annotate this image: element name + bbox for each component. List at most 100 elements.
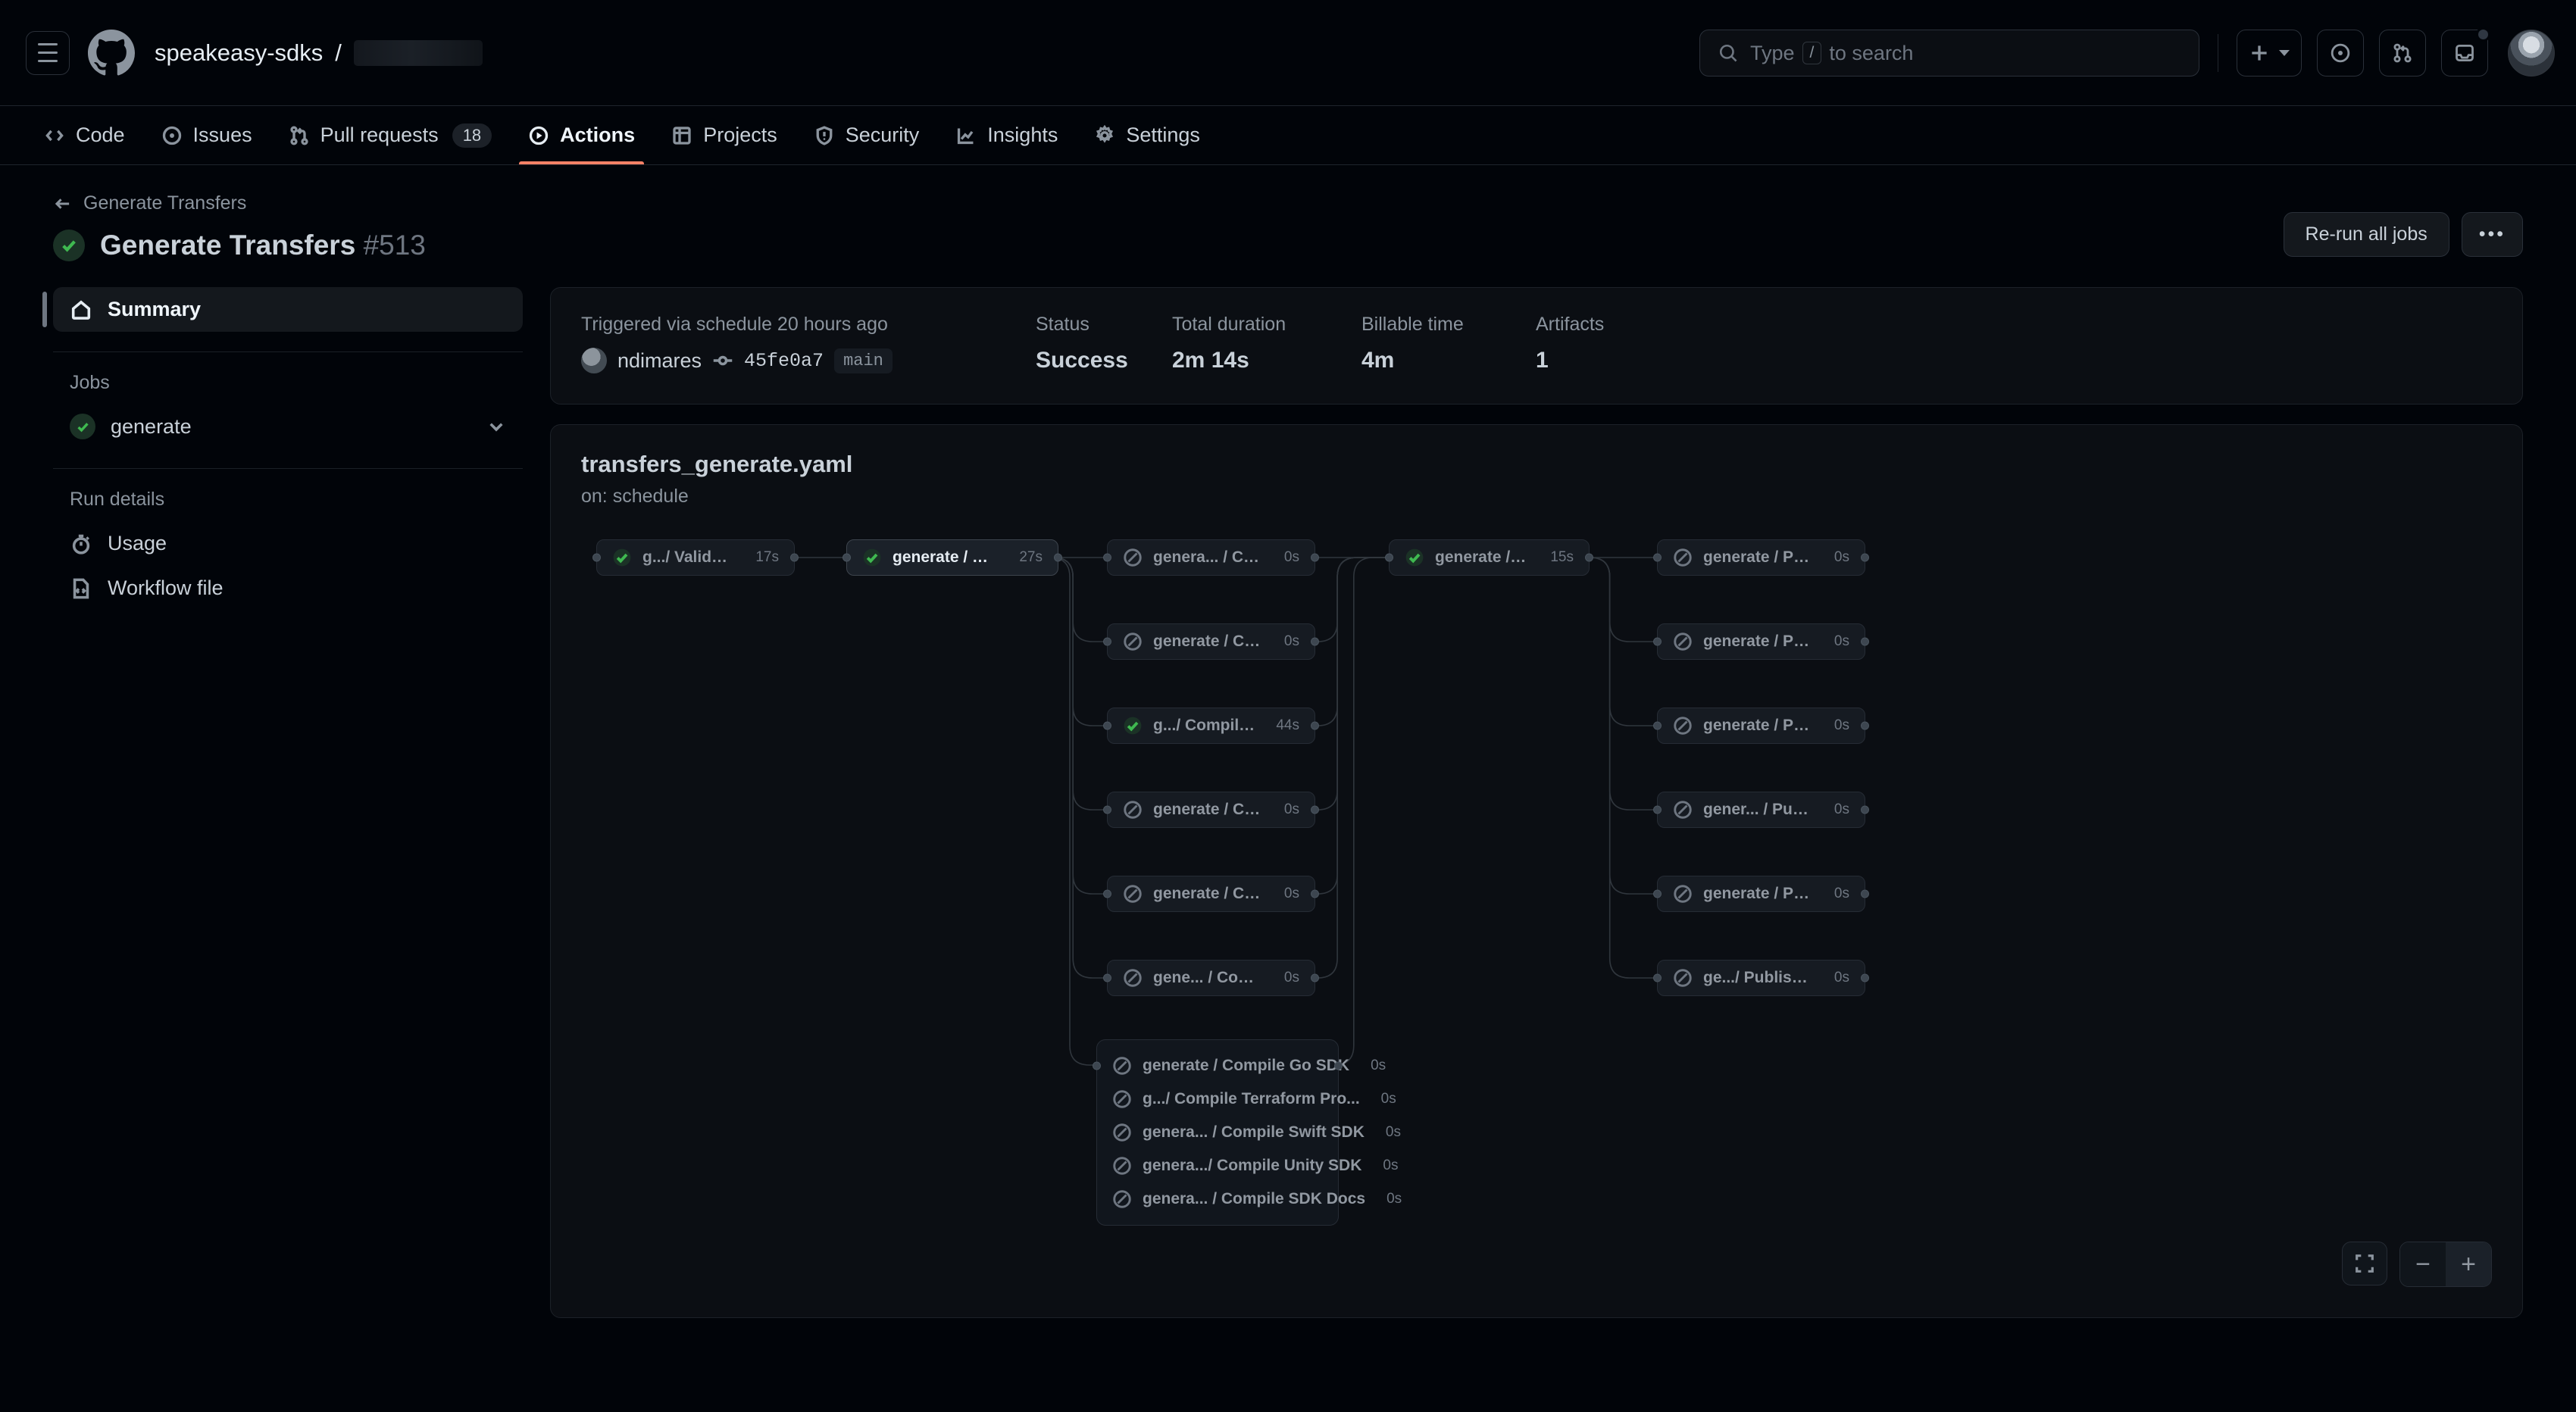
graph-controls: − +: [2342, 1242, 2492, 1287]
chevron-down-icon: [2279, 50, 2290, 56]
nav-item-label: Issues: [192, 123, 252, 146]
node-output-port: [1311, 553, 1319, 562]
node-label: genera... / Compile Ruby SDK: [1153, 548, 1263, 566]
node-duration: 0s: [1371, 1057, 1386, 1073]
overflow-menu-button[interactable]: •••: [2461, 212, 2523, 257]
issues-button[interactable]: [2317, 30, 2364, 77]
notifications-button[interactable]: [2441, 27, 2490, 77]
node-input-port: [843, 553, 851, 562]
graph-node[interactable]: genera... / Compile Swift SDK 0s: [1097, 1116, 1401, 1149]
repo-nav: Code Issues Pull requests 18 Actions Projects…: [0, 106, 2576, 165]
graph-node[interactable]: generate / Compile PHP SDK 0s: [1103, 876, 1319, 912]
nav-item-actions[interactable]: Actions: [510, 106, 653, 164]
nav-item-settings[interactable]: Settings: [1076, 106, 1218, 164]
actor-avatar[interactable]: [581, 348, 607, 373]
sidebar-item-summary[interactable]: Summary: [42, 287, 523, 332]
node-duration: 17s: [755, 549, 779, 565]
graph-node[interactable]: g.../ Compile Typescript S... 44s: [1103, 708, 1319, 744]
trigger-details: ndimares 45fe0a7 main: [581, 348, 1036, 373]
graph-node[interactable]: gener... / Publish Python SDK 0s: [1653, 792, 1869, 828]
artifacts-value: 1: [1536, 348, 1549, 373]
shield-icon: [816, 125, 833, 145]
notification-indicator: [2476, 27, 2490, 42]
job-label: generate: [111, 414, 192, 438]
nav-item-insights[interactable]: Insights: [937, 106, 1076, 164]
graph-node-group[interactable]: generate / Compile Go SDK 0s g.../ Compile…: [1093, 1039, 1402, 1226]
graph-node[interactable]: genera... / Compile SDK Docs 0s: [1097, 1182, 1402, 1216]
rerun-all-jobs-button[interactable]: Re-run all jobs: [2283, 212, 2449, 257]
graph-node[interactable]: gene... / Compile Python SDK 0s: [1103, 960, 1319, 996]
nav-item-pull-requests[interactable]: Pull requests 18: [270, 106, 511, 164]
inbox-icon: [2456, 44, 2474, 62]
graph-node[interactable]: genera.../ Compile Unity SDK 0s: [1097, 1149, 1398, 1182]
node-label: generate / Publish Java SDK: [1703, 633, 1813, 650]
node-output-port: [1861, 889, 1869, 898]
nav-item-issues[interactable]: Issues: [143, 106, 270, 164]
hamburger-icon[interactable]: [26, 30, 70, 75]
graph-node[interactable]: generate / Compile Go SDK 0s: [1097, 1049, 1386, 1082]
repo-separator: /: [335, 39, 342, 66]
search-input[interactable]: Type / to search: [1699, 30, 2199, 77]
pull-requests-button[interactable]: [2379, 30, 2426, 77]
search-icon: [1719, 44, 1737, 62]
graph-node[interactable]: generate / Publish Java SDK 0s: [1653, 623, 1869, 660]
zoom-in-button[interactable]: +: [2446, 1242, 2491, 1286]
graph-node[interactable]: generate / Compile Java SDK 0s: [1103, 623, 1319, 660]
sidebar-item-workflow-file[interactable]: Workflow file: [53, 566, 523, 611]
commit-sha[interactable]: 45fe0a7: [744, 350, 824, 372]
sidebar-item-job-generate[interactable]: generate: [53, 405, 523, 448]
node-input-port: [1103, 553, 1111, 562]
graph-node[interactable]: generate / Publish C# SDK 0s: [1653, 539, 1869, 576]
node-input-port: [1103, 721, 1111, 730]
node-duration: 44s: [1276, 717, 1299, 733]
sidebar-item-usage[interactable]: Usage: [53, 521, 523, 566]
github-logo-icon[interactable]: [88, 29, 135, 77]
graph-node[interactable]: generate / Publish PHP SDK 0s: [1653, 708, 1869, 744]
node-input-port: [1103, 805, 1111, 814]
nav-item-code[interactable]: Code: [26, 106, 143, 164]
nav-item-projects[interactable]: Projects: [653, 106, 796, 164]
graph-node[interactable]: ge.../ Publish Typescript SDK 0s: [1653, 960, 1869, 996]
global-header: speakeasy-sdks / Type / to search: [0, 0, 2576, 106]
node-input-port: [1653, 889, 1662, 898]
node-duration: 15s: [1550, 549, 1574, 565]
repo-owner[interactable]: speakeasy-sdks: [155, 39, 323, 67]
skipped-icon: [1124, 633, 1142, 651]
plus-icon: [2252, 45, 2267, 61]
back-to-workflow-link[interactable]: Generate Transfers: [53, 192, 2523, 214]
graph-node[interactable]: generate / Compile C# SDK 0s: [1103, 792, 1319, 828]
avatar[interactable]: [2508, 30, 2555, 77]
actor-name[interactable]: ndimares: [617, 349, 702, 373]
branch-badge[interactable]: main: [834, 348, 893, 373]
node-input-port: [1103, 889, 1111, 898]
node-input-port: [1385, 553, 1393, 562]
skipped-icon: [1674, 548, 1692, 567]
node-duration: 0s: [1834, 886, 1849, 901]
create-new-button[interactable]: [2237, 30, 2302, 77]
node-label: ge.../ Publish Typescript SDK: [1703, 969, 1813, 986]
workflow-trigger: on: schedule: [581, 486, 689, 507]
skipped-icon: [1113, 1057, 1131, 1075]
graph-node[interactable]: generate / Publish Ruby SDK 0s: [1653, 876, 1869, 912]
nav-item-label: Actions: [560, 123, 636, 146]
node-duration: 0s: [1383, 1157, 1399, 1173]
node-label: g.../ Compile Typescript S...: [1153, 717, 1255, 734]
arrow-left-icon: [55, 198, 70, 209]
trigger-label: Triggered via schedule 20 hours ago: [581, 314, 888, 335]
graph-node[interactable]: generate / Generate SDK 27s: [843, 539, 1062, 576]
graph-node[interactable]: g.../ Validate OpenAPI Doc... 17s: [592, 539, 799, 576]
meta-artifacts: Artifacts 1: [1536, 314, 1604, 373]
fit-screen-button[interactable]: [2342, 1242, 2387, 1285]
graph-node[interactable]: g.../ Compile Terraform Pro... 0s: [1097, 1082, 1396, 1116]
repo-name-redacted[interactable]: [353, 39, 483, 66]
node-label: gene... / Compile Python SDK: [1153, 969, 1263, 986]
workflow-graph[interactable]: g.../ Validate OpenAPI Doc... 17s generate…: [581, 539, 2492, 1267]
graph-node[interactable]: genera... / Compile Ruby SDK 0s: [1103, 539, 1319, 576]
zoom-out-button[interactable]: −: [2400, 1242, 2446, 1286]
page-header: Generate Transfers Generate Transfers #5…: [0, 165, 2576, 261]
nav-item-security[interactable]: Security: [796, 106, 938, 164]
graph-edge: [1590, 557, 1657, 642]
graph-node[interactable]: generate / Finalize SDK 15s: [1385, 539, 1593, 576]
workflow-file-name: transfers_generate.yaml: [581, 451, 853, 477]
chevron-down-icon[interactable]: [486, 417, 506, 436]
